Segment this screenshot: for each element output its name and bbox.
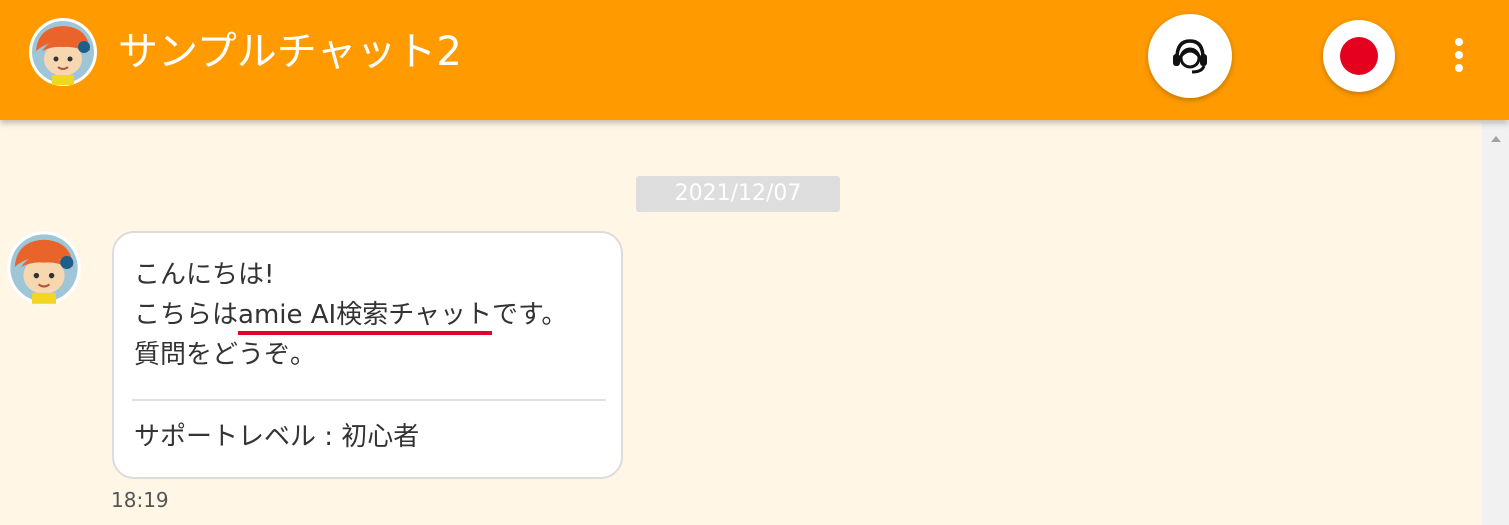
chat-scrollbar[interactable] [1482, 122, 1509, 525]
message-line-greeting: こんにちは! [134, 260, 275, 290]
date-separator: 2021/12/07 [636, 176, 840, 212]
message-timestamp: 18:19 [111, 488, 169, 512]
support-level-text: サポートレベル : 初心者 [134, 422, 420, 452]
message-line-intro: こちらはamie AI検索チャットです。 [134, 295, 567, 335]
message-text: こんにちは! こちらはamie AI検索チャットです。 質問をどうぞ。 [134, 255, 567, 375]
bot-message-bubble: こんにちは! こちらはamie AI検索チャットです。 質問をどうぞ。 サポート… [112, 231, 623, 479]
intro-suffix: です。 [491, 300, 568, 330]
chatbot-avatar-icon [29, 18, 97, 86]
chat-title: サンプルチャット2 [118, 29, 462, 75]
more-vertical-icon [1455, 38, 1463, 46]
more-vertical-icon-dot [1455, 64, 1463, 72]
record-icon [1340, 37, 1378, 75]
chatbot-avatar-icon [7, 231, 81, 305]
amie-ai-link[interactable]: amie AI検索チャット [238, 300, 492, 335]
operator-headset-icon [1173, 39, 1207, 74]
chat-header: サンプルチャット2 [0, 0, 1509, 120]
more-menu-button[interactable] [1446, 32, 1472, 78]
scroll-up-arrow-icon[interactable] [1491, 136, 1501, 142]
message-line-prompt: 質問をどうぞ。 [134, 340, 317, 370]
message-divider [132, 399, 606, 401]
operator-button[interactable] [1148, 14, 1232, 98]
record-button[interactable] [1323, 20, 1395, 92]
more-vertical-icon-dot [1455, 51, 1463, 59]
intro-prefix: こちらは [134, 300, 239, 330]
